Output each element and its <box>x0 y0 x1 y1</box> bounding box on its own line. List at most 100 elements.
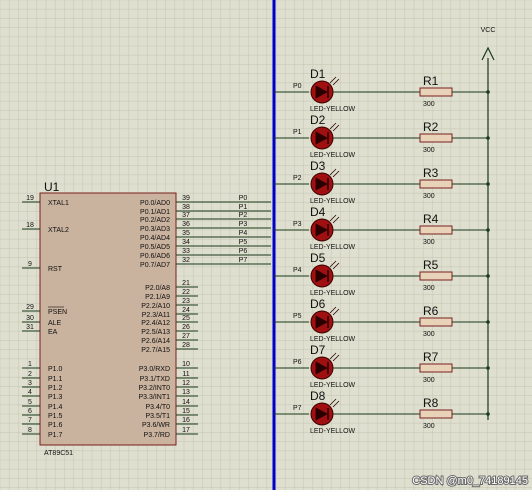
led-ref: D1 <box>310 67 326 81</box>
resistor-body[interactable] <box>419 271 453 281</box>
pin-number: 32 <box>182 257 190 264</box>
pin-number: 24 <box>182 307 190 314</box>
resistor-body[interactable] <box>419 317 453 327</box>
junction-dot <box>486 320 490 324</box>
pin-name: RST <box>48 266 63 273</box>
pin-name: P2.1/A9 <box>145 294 170 301</box>
schematic: U1AT89C5119XTAL118XTAL29RST29PSEN30ALE31… <box>0 0 532 490</box>
pin-number: 28 <box>182 342 190 349</box>
resistor-body[interactable] <box>419 87 453 97</box>
pin-number: 19 <box>26 195 34 202</box>
pin-name: P1.5 <box>48 413 63 420</box>
pin-name: P1.6 <box>48 422 63 429</box>
pin-name: P3.1/TXD <box>140 376 170 383</box>
pin-name: P0.2/AD2 <box>140 217 170 224</box>
pin-number: 8 <box>28 427 32 434</box>
pin-name: P3.5/T1 <box>145 413 170 420</box>
chip-ref: U1 <box>44 180 60 194</box>
led-ref: D7 <box>310 343 326 357</box>
pin-number: 12 <box>182 380 190 387</box>
net-label: P6 <box>239 248 248 255</box>
pin-name: P2.6/A14 <box>141 338 170 345</box>
led-emit-arrow <box>329 214 337 222</box>
pin-name: P3.7/RD <box>144 432 170 439</box>
pin-name: XTAL2 <box>48 227 69 234</box>
pin-number: 35 <box>182 230 190 237</box>
led-ref: D5 <box>310 251 326 265</box>
led-emit-arrow <box>329 260 337 268</box>
led-ref: D2 <box>310 113 326 127</box>
watermark: CSDN @m0_74189145 <box>412 475 528 487</box>
net-label: P1 <box>239 204 248 211</box>
junction-dot <box>486 274 490 278</box>
led-emit-arrow <box>329 352 337 360</box>
pin-number: 2 <box>28 371 32 378</box>
led-emit-arrow <box>329 398 337 406</box>
pin-name: P3.2/INT0 <box>138 385 170 392</box>
pin-number: 25 <box>182 315 190 322</box>
pin-name: P1.0 <box>48 366 63 373</box>
resistor-value: 300 <box>423 147 435 154</box>
led-net-label: P0 <box>293 83 302 90</box>
pin-name: P1.7 <box>48 432 63 439</box>
pin-number: 14 <box>182 399 190 406</box>
pin-number: 7 <box>28 417 32 424</box>
net-label: P7 <box>239 257 248 264</box>
junction-dot <box>486 412 490 416</box>
resistor-body[interactable] <box>419 225 453 235</box>
resistor-body[interactable] <box>419 179 453 189</box>
pin-name: EA <box>48 329 58 336</box>
led-type: LED-YELLOW <box>310 336 356 343</box>
pin-name: P2.5/A13 <box>141 329 170 336</box>
pin-number: 18 <box>26 222 34 229</box>
led-type: LED-YELLOW <box>310 290 356 297</box>
resistor-ref: R3 <box>423 166 439 180</box>
led-net-label: P4 <box>293 267 302 274</box>
led-net-label: P3 <box>293 221 302 228</box>
resistor-value: 300 <box>423 285 435 292</box>
pin-number: 30 <box>26 315 34 322</box>
resistor-value: 300 <box>423 377 435 384</box>
led-type: LED-YELLOW <box>310 244 356 251</box>
resistor-body[interactable] <box>419 363 453 373</box>
pin-name: P0.0/AD0 <box>140 200 170 207</box>
led-emit-arrow <box>332 262 340 270</box>
pin-name: P2.2/A10 <box>141 303 170 310</box>
pin-name: P3.3/INT1 <box>138 394 170 401</box>
led-emit-arrow <box>329 168 337 176</box>
led-net-label: P2 <box>293 175 302 182</box>
junction-dot <box>486 228 490 232</box>
pin-name: P2.4/A12 <box>141 320 170 327</box>
pin-number: 36 <box>182 221 190 228</box>
led-emit-arrow <box>329 306 337 314</box>
led-net-label: P7 <box>293 405 302 412</box>
pin-name: P0.7/AD7 <box>140 262 170 269</box>
junction-dot <box>486 90 490 94</box>
led-emit-arrow <box>332 78 340 86</box>
pin-number: 15 <box>182 408 190 415</box>
pin-number: 3 <box>28 380 32 387</box>
resistor-value: 300 <box>423 193 435 200</box>
pin-number: 5 <box>28 399 32 406</box>
pin-name: P0.6/AD6 <box>140 253 170 260</box>
led-emit-arrow <box>332 124 340 132</box>
pin-name: P0.4/AD4 <box>140 235 170 242</box>
led-type: LED-YELLOW <box>310 382 356 389</box>
pin-name: P0.1/AD1 <box>140 209 170 216</box>
pin-number: 37 <box>182 212 190 219</box>
led-emit-arrow <box>329 76 337 84</box>
pin-name: PSEN <box>48 309 67 316</box>
schematic-canvas: U1 AT89C51 19 XTAL1 18 XTAL2 9 RST 29 PSEN 30 ALE 31… <box>0 0 532 490</box>
led-net-label: P6 <box>293 359 302 366</box>
pin-number: 26 <box>182 324 190 331</box>
resistor-body[interactable] <box>419 133 453 143</box>
led-emit-arrow <box>332 170 340 178</box>
led-ref: D4 <box>310 205 326 219</box>
resistor-body[interactable] <box>419 409 453 419</box>
resistor-ref: R4 <box>423 212 439 226</box>
resistor-ref: R6 <box>423 304 439 318</box>
pin-name: P1.2 <box>48 385 63 392</box>
resistor-ref: R7 <box>423 350 439 364</box>
led-net-label: P5 <box>293 313 302 320</box>
pin-number: 17 <box>182 427 190 434</box>
